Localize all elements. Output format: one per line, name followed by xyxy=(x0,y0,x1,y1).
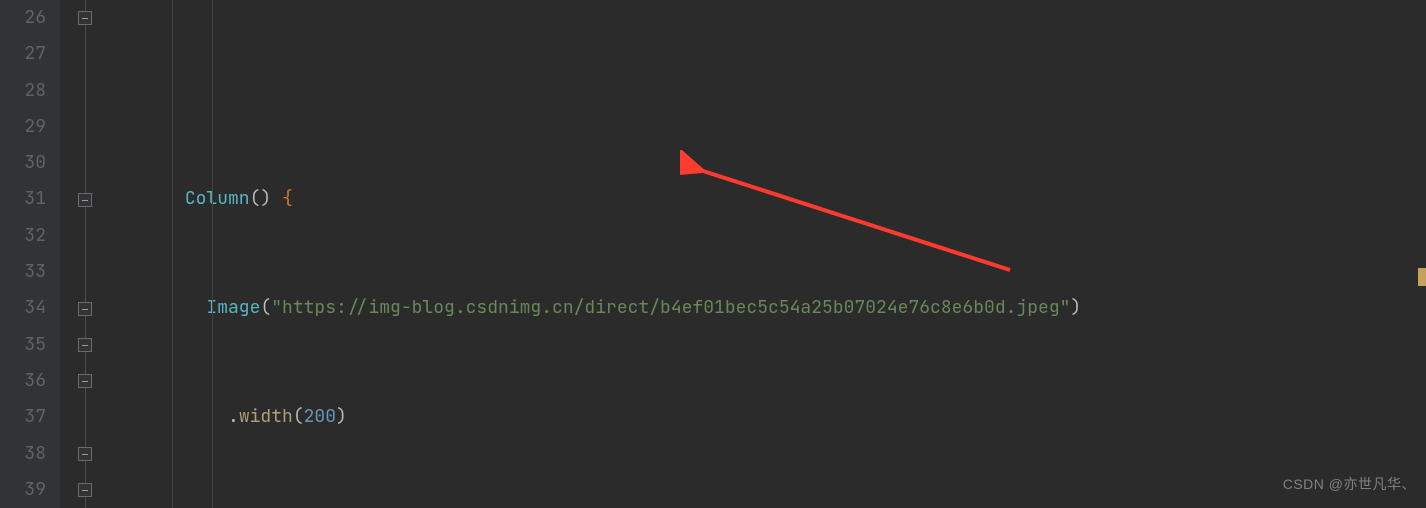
code-line: Image("https://img-blog.csdnimg.cn/direc… xyxy=(120,290,1426,326)
fold-toggle-icon[interactable] xyxy=(78,11,92,25)
line-number: 28 xyxy=(0,73,46,109)
line-number-gutter: 2627282930313233343536373839 xyxy=(0,0,60,508)
line-number: 26 xyxy=(0,0,46,36)
line-number: 37 xyxy=(0,399,46,435)
scrollbar-marker xyxy=(1418,268,1426,286)
line-number: 36 xyxy=(0,363,46,399)
code-editor[interactable]: 2627282930313233343536373839 Column() { … xyxy=(0,0,1426,508)
fold-toggle-icon[interactable] xyxy=(78,338,92,352)
watermark-text: CSDN @亦世凡华、 xyxy=(1283,466,1416,502)
line-number: 35 xyxy=(0,327,46,363)
line-number: 27 xyxy=(0,36,46,72)
fold-toggle-icon[interactable] xyxy=(78,483,92,497)
line-number: 39 xyxy=(0,472,46,508)
fold-toggle-icon[interactable] xyxy=(78,193,92,207)
fold-toggle-icon[interactable] xyxy=(78,302,92,316)
line-number: 38 xyxy=(0,436,46,472)
code-line: Column() { xyxy=(120,181,1426,217)
line-number: 29 xyxy=(0,109,46,145)
line-number: 30 xyxy=(0,145,46,181)
line-number: 32 xyxy=(0,218,46,254)
fold-toggle-icon[interactable] xyxy=(78,447,92,461)
code-area[interactable]: Column() { Image("https://img-blog.csdni… xyxy=(112,0,1426,508)
line-number: 34 xyxy=(0,290,46,326)
line-number: 31 xyxy=(0,181,46,217)
fold-toggle-icon[interactable] xyxy=(78,374,92,388)
folding-lane[interactable] xyxy=(60,0,112,508)
line-number: 33 xyxy=(0,254,46,290)
code-line: .width(200) xyxy=(120,399,1426,435)
